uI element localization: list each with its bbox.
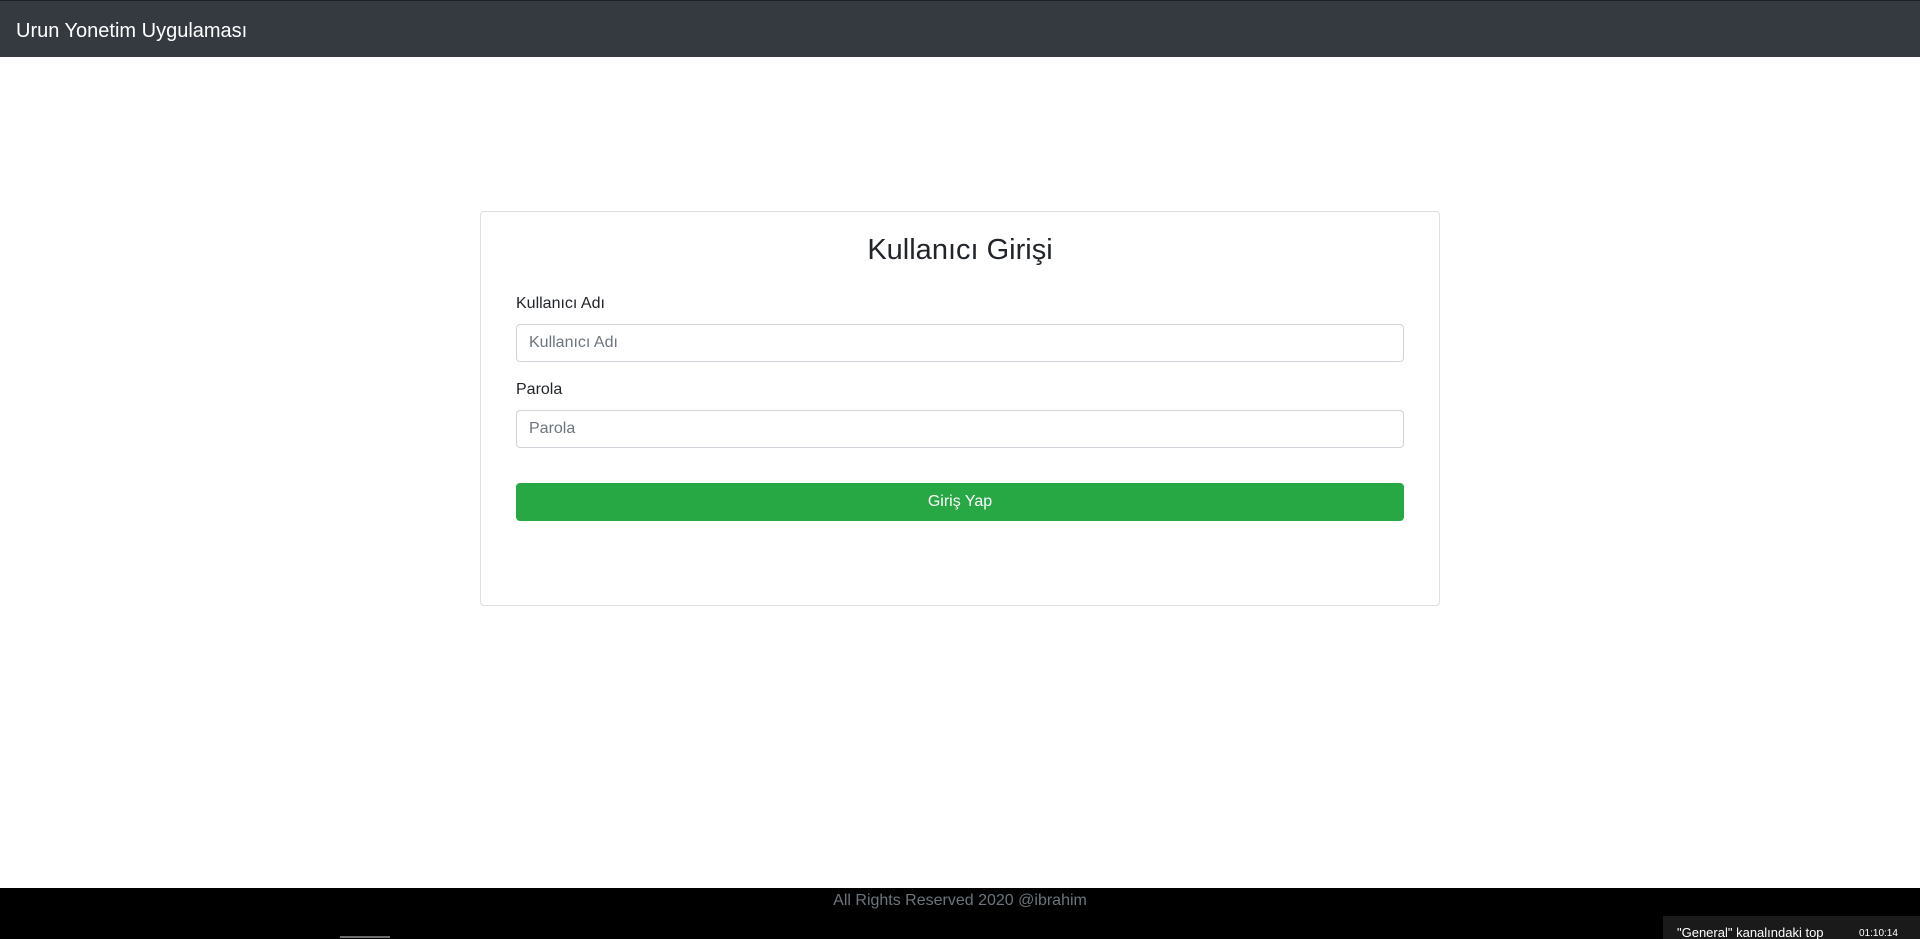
- page-footer: All Rights Reserved 2020 @ibrahim "Gener…: [0, 888, 1920, 939]
- password-input[interactable]: [516, 410, 1404, 448]
- username-label: Kullanıcı Adı: [516, 295, 605, 312]
- app-brand[interactable]: Urun Yonetim Uygulaması: [16, 19, 247, 43]
- footer-copyright: All Rights Reserved 2020 @ibrahim: [833, 892, 1087, 909]
- login-submit-button[interactable]: Giriş Yap: [516, 483, 1404, 521]
- login-title: Kullanıcı Girişi: [867, 234, 1053, 266]
- taskbar-indicator: [340, 936, 390, 938]
- password-label: Parola: [516, 381, 563, 398]
- login-card: Kullanıcı Girişi Kullanıcı Adı Parola Gi…: [480, 211, 1440, 606]
- username-input[interactable]: [516, 324, 1404, 362]
- notification-time: 01:10:14: [1859, 928, 1898, 939]
- notification-text: "General" kanalındaki top: [1677, 925, 1824, 939]
- top-navbar: Urun Yonetim Uygulaması: [0, 0, 1920, 57]
- notification-toast[interactable]: "General" kanalındaki top 01:10:14: [1663, 916, 1920, 939]
